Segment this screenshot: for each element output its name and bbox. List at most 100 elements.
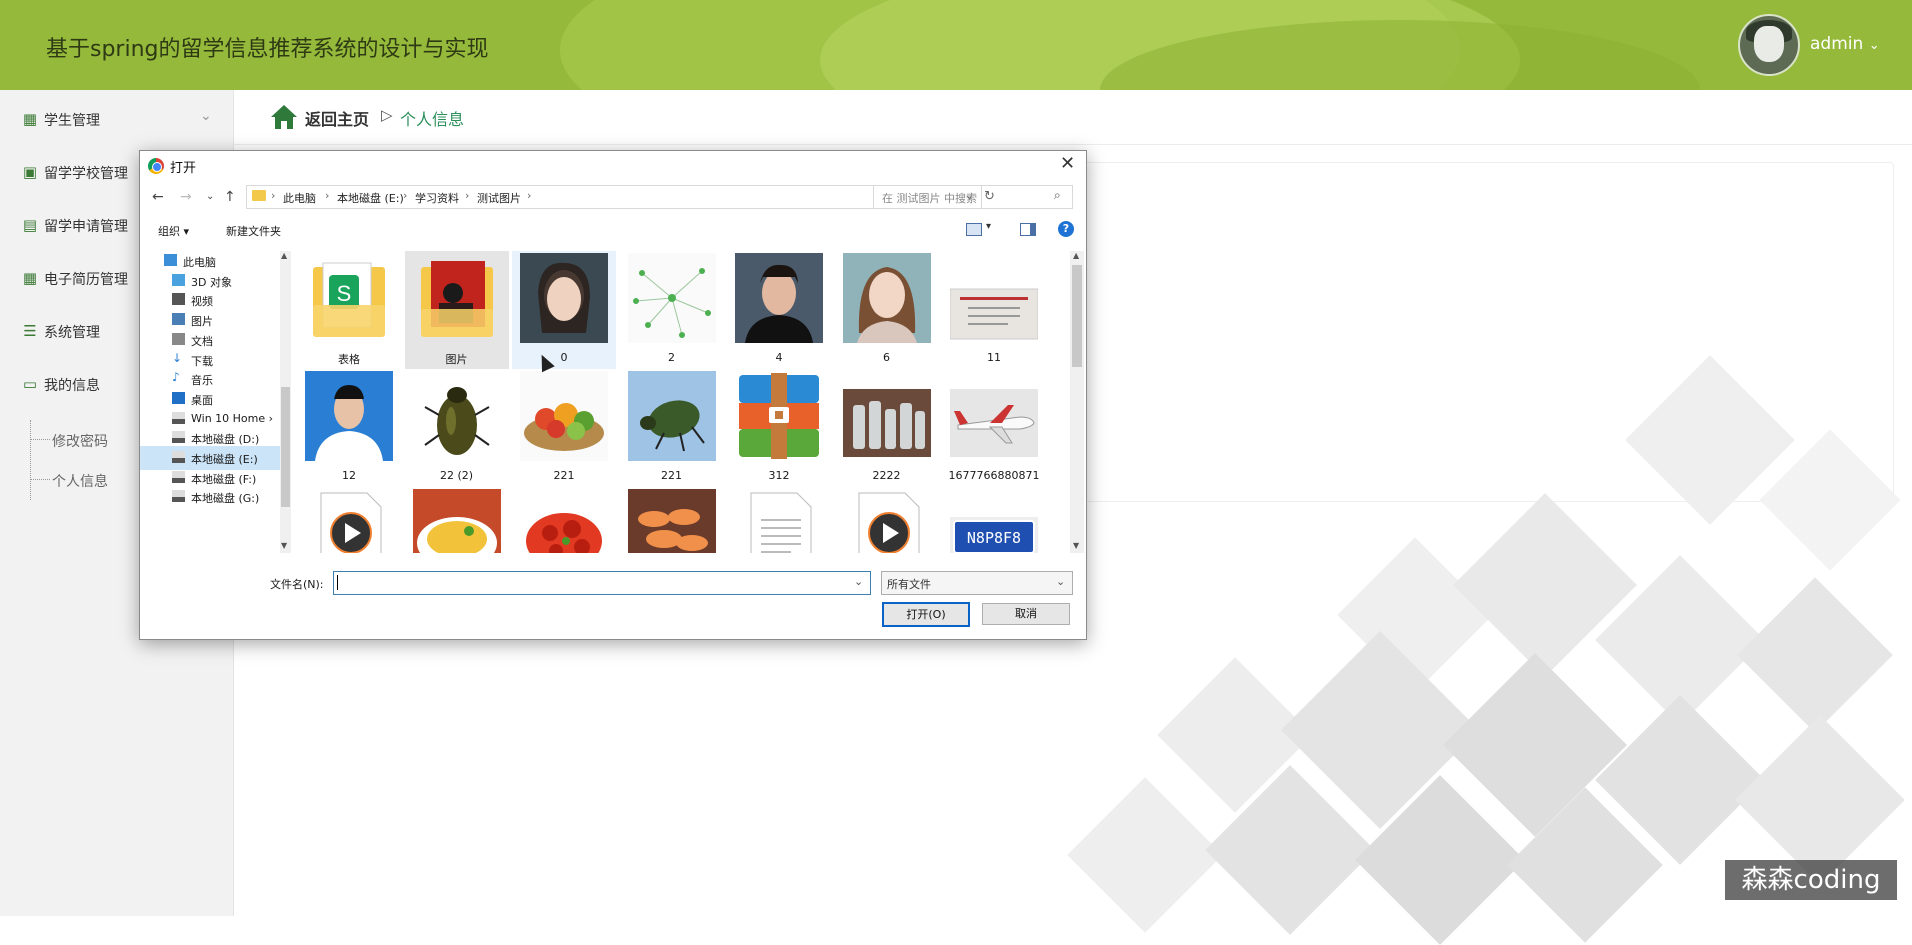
file-item[interactable] [512,487,616,553]
file-item[interactable]: 图片 [404,251,509,369]
file-item[interactable]: S 表格 [297,251,401,369]
file-name: 221 [553,469,575,482]
scrollbar-thumb[interactable] [281,387,290,507]
file-item[interactable]: 1677766880871 [942,369,1046,487]
folder-icon [252,190,266,201]
video-file-icon [305,489,393,553]
user-menu[interactable]: admin ⌄ [1810,34,1880,54]
address-bar[interactable]: › 此电脑 › 本地磁盘 (E:) › 学习资料 › 测试图片 › ⌄ [246,185,982,209]
desktop-icon [172,391,185,404]
file-item[interactable] [297,487,401,553]
file-name: 6 [883,351,890,364]
chevron-down-icon: ⌄ [200,108,212,124]
drive-icon [172,490,185,503]
file-item[interactable]: 12 [297,369,401,487]
open-file-dialog: 打开 ✕ ← → ⌄ ↑ › 此电脑 › 本地磁盘 (E:) › 学习资料 › … [139,150,1087,640]
image-thumbnail [735,371,823,461]
sidebar-item-student[interactable]: ▦ 学生管理 ⌄ [0,97,233,141]
navigation-tree: 此电脑 3D 对象 视频 图片 文档 ↓ 下载 ♪ 音乐 桌面 Win 10 Home › 本地磁盘 … [140,249,280,553]
tree-item-label: 音乐 [191,374,213,388]
download-icon: ↓ [172,350,183,365]
new-folder-button[interactable]: 新建文件夹 [226,223,281,239]
file-item[interactable]: 2 [620,251,724,369]
file-item[interactable]: 2222 [835,369,939,487]
grid-icon: ▦ [22,269,38,287]
tree-item[interactable]: 本地磁盘 (G:) [140,485,280,509]
address-segment[interactable]: 此电脑 [283,190,316,206]
tree-line [30,479,50,480]
filename-input[interactable]: ⌄ [333,571,871,595]
search-input[interactable]: 在 测试图片 中搜索 ⌕ [873,185,1073,209]
image-thumbnail [735,253,823,343]
back-icon[interactable]: ← [152,189,164,205]
file-item[interactable]: N8P8F8 [942,487,1046,553]
address-segment[interactable]: 学习资料 [415,190,459,206]
tree-item-label: 3D 对象 [191,275,232,289]
file-item[interactable] [727,487,831,553]
file-item[interactable]: 221 [620,369,724,487]
sidebar-subitem-label: 个人信息 [52,474,108,490]
preview-pane-icon[interactable] [1020,223,1036,236]
address-segment[interactable]: 本地磁盘 (E:) [337,190,404,206]
forward-icon[interactable]: → [180,189,192,205]
breadcrumb-separator: ▷ [381,106,393,124]
filetype-select[interactable]: 所有文件 ⌄ [881,571,1073,595]
recent-locations-icon[interactable]: ⌄ [206,191,214,202]
video-file-icon [843,489,931,553]
drive-icon [172,431,185,444]
chevron-down-icon[interactable]: ⌄ [854,575,863,588]
file-item[interactable]: 22 (2) [405,369,509,487]
up-folder-icon[interactable]: ↑ [224,189,236,205]
file-item[interactable]: 4 [727,251,831,369]
drive-icon [172,451,185,463]
image-thumbnail [842,371,931,461]
scroll-down-icon[interactable]: ▼ [281,541,287,550]
view-icon[interactable] [966,223,982,236]
home-icon[interactable] [270,104,298,130]
file-name: 312 [768,469,790,482]
help-icon[interactable]: ? [1058,221,1074,237]
view-dropdown-icon[interactable]: ▾ [986,221,991,232]
file-item[interactable] [620,487,724,553]
image-thumbnail [520,253,608,343]
search-icon: ⌕ [1054,188,1061,202]
scroll-up-icon[interactable]: ▲ [1073,251,1079,260]
file-item[interactable] [835,487,939,553]
address-separator: › [325,189,330,202]
image-thumbnail [950,371,1038,461]
organize-button[interactable]: 组织 ▾ [158,223,189,239]
file-item[interactable]: 0 [512,251,616,369]
filename-label: 文件名(N): [270,578,324,591]
sidebar-item-label: 留学学校管理 [44,166,128,182]
scroll-down-icon[interactable]: ▼ [1073,541,1079,550]
filename-row: 文件名(N): ⌄ 所有文件 ⌄ [140,569,1086,599]
file-item[interactable]: 221 [512,369,616,487]
avatar[interactable] [1738,14,1800,76]
address-segment[interactable]: 测试图片 [477,190,521,206]
tree-item-label: 此电脑 [183,256,216,269]
tree-item-label: 图片 [191,315,213,329]
file-scrollbar[interactable]: ▲ ▼ [1070,251,1084,553]
sidebar-subitem-label: 修改密码 [52,434,108,450]
cancel-button[interactable]: 取消 [982,603,1070,625]
tree-item-label: 视频 [191,295,213,309]
scrollbar-thumb[interactable] [1072,265,1082,367]
breadcrumb-home[interactable]: 返回主页 [305,106,369,130]
folder-icon [413,253,501,343]
close-icon[interactable]: ✕ [1060,153,1075,174]
file-item[interactable]: 312 [727,369,831,487]
file-item[interactable] [405,487,509,553]
search-placeholder: 在 测试图片 中搜索 [882,192,977,205]
image-thumbnail [627,371,716,461]
file-name: 4 [775,351,783,364]
scroll-up-icon[interactable]: ▲ [281,251,287,260]
image-thumbnail [627,489,716,553]
tree-scrollbar[interactable]: ▲ ▼ [280,251,291,553]
file-name: 221 [661,469,682,482]
image-thumbnail [520,371,608,461]
music-icon: ♪ [172,370,180,385]
folder-icon: S [305,253,393,343]
file-item[interactable]: 11 [942,251,1046,369]
file-item[interactable]: 6 [835,251,939,369]
open-button[interactable]: 打开(O) [882,602,970,627]
